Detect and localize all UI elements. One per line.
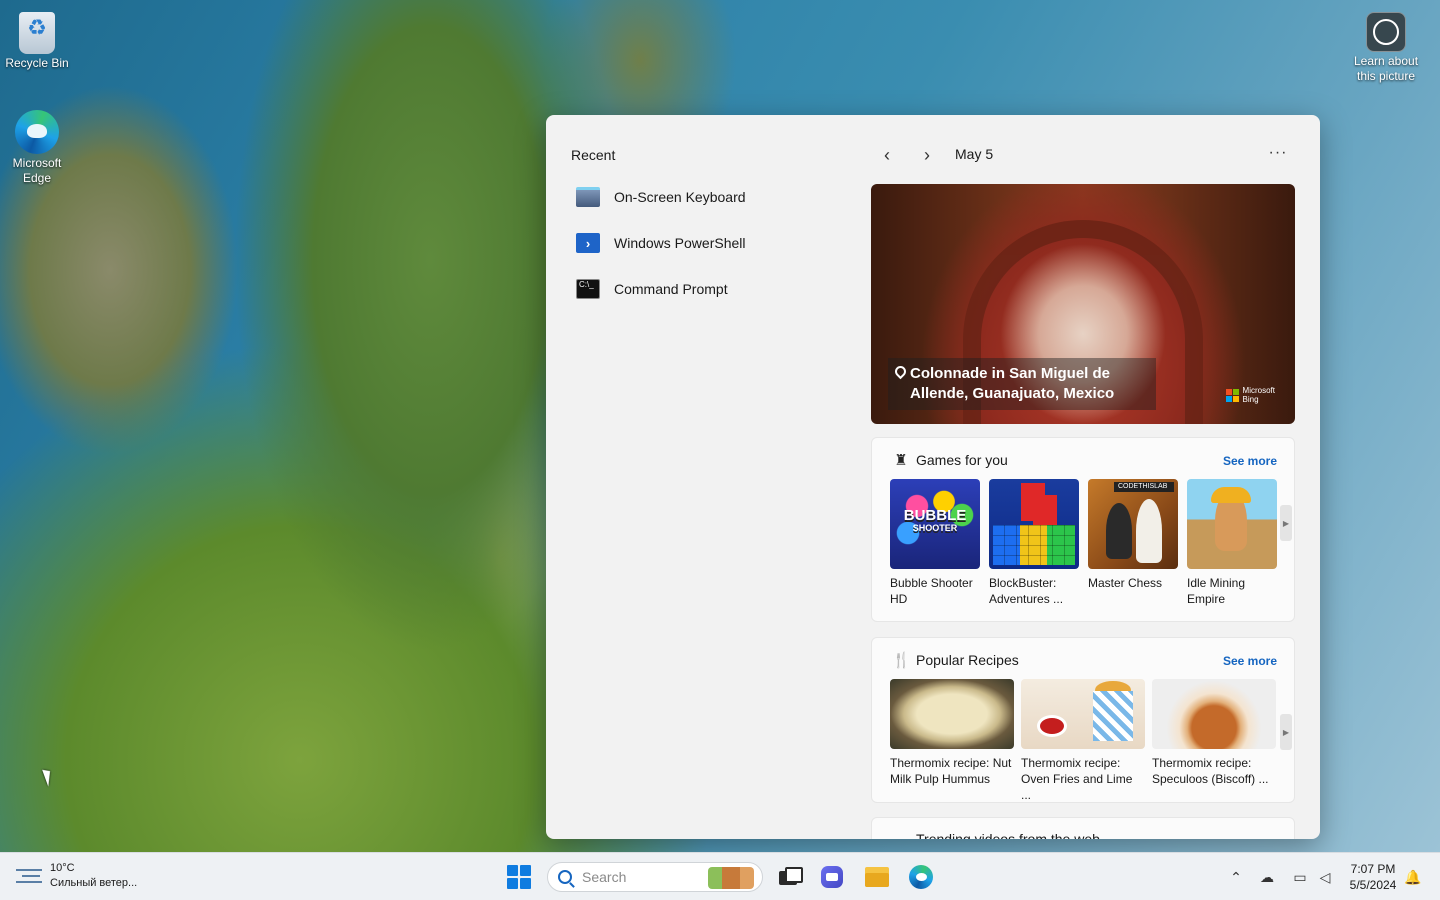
bing-brand-line: Microsoft xyxy=(1242,386,1275,395)
recipe-thumbnail xyxy=(1021,679,1145,749)
desktop-icon-label: Microsoft Edge xyxy=(12,156,62,185)
game-tile-idle-mining[interactable]: Idle Mining Empire xyxy=(1187,479,1277,607)
recipes-scroll-right-button[interactable]: ▶ xyxy=(1280,714,1292,750)
trending-videos-card[interactable]: Trending videos from the web xyxy=(871,817,1295,839)
recipe-tile-hummus[interactable]: Thermomix recipe: Nut Milk Pulp Hummus xyxy=(890,679,1014,787)
weather-temperature: 10°C xyxy=(50,862,75,874)
games-see-more-link[interactable]: See more xyxy=(1223,454,1277,468)
recent-item-label: Windows PowerShell xyxy=(614,235,746,251)
recent-title: Recent xyxy=(571,147,616,163)
recipe-thumbnail xyxy=(1152,679,1276,749)
network-icon[interactable]: ▭ xyxy=(1290,867,1310,887)
location-pin-icon xyxy=(892,363,909,380)
clock-time: 7:07 PM xyxy=(1350,862,1396,876)
next-day-button[interactable]: › xyxy=(915,143,939,167)
game-thumbnail-title: BUBBLE SHOOTER xyxy=(903,507,967,533)
file-explorer-button[interactable] xyxy=(863,863,891,891)
fork-knife-icon: 🍴 xyxy=(892,652,911,669)
taskbar-search[interactable] xyxy=(547,862,763,892)
recipe-tile-oven-fries[interactable]: Thermomix recipe: Oven Fries and Lime ..… xyxy=(1021,679,1145,803)
recent-section: Recent On-Screen Keyboard › Windows Powe… xyxy=(546,115,856,839)
caret-right-icon: ▶ xyxy=(1282,518,1290,528)
game-thumbnail: CODETHISLAB xyxy=(1088,479,1178,569)
chevron-up-icon: ⌃ xyxy=(1230,869,1242,885)
spotlight-hero-card[interactable]: Colonnade in San Miguel de Allende, Guan… xyxy=(871,184,1295,424)
recycle-bin-icon xyxy=(19,12,55,54)
show-hidden-icons-button[interactable]: ⌃ xyxy=(1226,867,1246,887)
start-menu-panel: Recent On-Screen Keyboard › Windows Powe… xyxy=(546,115,1320,839)
recipes-card-title: Popular Recipes xyxy=(916,652,1019,668)
bing-brand-line: Bing xyxy=(1242,395,1259,404)
more-icon: ··· xyxy=(1268,144,1288,161)
volume-icon[interactable]: ◁ xyxy=(1315,867,1335,887)
hero-caption[interactable]: Colonnade in San Miguel de Allende, Guan… xyxy=(888,358,1156,410)
game-tile-label: Bubble Shooter HD xyxy=(890,576,973,606)
recent-item-command-prompt[interactable]: C:\_ Command Prompt xyxy=(576,271,836,307)
recent-item-windows-powershell[interactable]: › Windows PowerShell xyxy=(576,225,836,261)
trending-videos-title: Trending videos from the web xyxy=(916,831,1100,839)
feed-section: ‹ › May 5 ··· Colonnade in San Miguel de… xyxy=(871,115,1320,839)
recipe-thumbnail xyxy=(890,679,1014,749)
microsoft-logo-icon xyxy=(1225,388,1239,402)
game-tile-blockbuster[interactable]: BlockBuster: Adventures ... xyxy=(989,479,1079,607)
search-input[interactable] xyxy=(582,869,702,885)
previous-day-button[interactable]: ‹ xyxy=(875,143,899,167)
windows-logo-icon xyxy=(507,865,518,876)
desktop-icon-label: Recycle Bin xyxy=(5,56,69,70)
search-icon xyxy=(558,870,572,884)
game-thumbnail xyxy=(989,479,1079,569)
weather-widget[interactable]: 10°C Сильный ветер... xyxy=(16,861,137,891)
games-scroll-right-button[interactable]: ▶ xyxy=(1280,505,1292,541)
task-view-button[interactable] xyxy=(775,863,803,891)
games-card-title: Games for you xyxy=(916,452,1008,468)
taskbar: 10°C Сильный ветер... ⌃ ☁ ▭ ◁ 7:07 PM 5/… xyxy=(0,852,1440,900)
game-thumbnail-brand: CODETHISLAB xyxy=(1114,482,1174,492)
desktop-icon-label: Learn about this picture xyxy=(1353,54,1419,83)
bing-logo: Microsoft Bing xyxy=(1225,386,1275,404)
desktop-icon-recycle-bin[interactable]: Recycle Bin xyxy=(1,12,73,71)
game-tile-label: Master Chess xyxy=(1088,576,1163,590)
recipe-tile-label: Thermomix recipe: Speculoos (Biscoff) ..… xyxy=(1152,756,1269,786)
command-prompt-icon: C:\_ xyxy=(576,279,600,299)
edge-icon xyxy=(15,110,59,154)
recipe-tile-label: Thermomix recipe: Oven Fries and Lime ..… xyxy=(1021,756,1133,802)
game-thumbnail: BUBBLE SHOOTER xyxy=(890,479,980,569)
games-card: ♜ Games for you See more BUBBLE SHOOTER … xyxy=(871,437,1295,622)
notification-bell-icon[interactable]: 🔔 xyxy=(1403,867,1423,887)
caret-right-icon: ▶ xyxy=(1282,727,1290,737)
recipe-tile-label: Thermomix recipe: Nut Milk Pulp Hummus xyxy=(890,756,1012,786)
game-tile-bubble-shooter[interactable]: BUBBLE SHOOTER Bubble Shooter HD xyxy=(890,479,980,607)
keyboard-icon xyxy=(576,187,600,207)
chess-rook-icon: ♜ xyxy=(894,452,908,469)
recipes-see-more-link[interactable]: See more xyxy=(1223,654,1277,668)
clock-date: 5/5/2024 xyxy=(1349,878,1397,892)
recipe-tile-speculoos[interactable]: Thermomix recipe: Speculoos (Biscoff) ..… xyxy=(1152,679,1276,787)
feed-date: May 5 xyxy=(955,146,994,162)
desktop-icon-microsoft-edge[interactable]: Microsoft Edge xyxy=(1,110,73,186)
edge-taskbar-button[interactable] xyxy=(907,863,935,891)
game-tile-master-chess[interactable]: CODETHISLAB Master Chess xyxy=(1088,479,1178,591)
weather-description: Сильный ветер... xyxy=(50,877,138,889)
start-button[interactable] xyxy=(507,865,531,889)
recipes-card: 🍴 Popular Recipes See more Thermomix rec… xyxy=(871,637,1295,803)
onedrive-icon[interactable]: ☁ xyxy=(1257,867,1277,887)
camera-info-icon xyxy=(1366,12,1406,52)
desktop-icon-learn-about-picture[interactable]: Learn about this picture xyxy=(1350,12,1422,84)
more-options-button[interactable]: ··· xyxy=(1266,143,1290,167)
game-tile-label: BlockBuster: Adventures ... xyxy=(989,576,1064,606)
hero-caption-text: Colonnade in San Miguel de Allende, Guan… xyxy=(910,365,1115,402)
system-clock[interactable]: 7:07 PM 5/5/2024 xyxy=(1344,861,1402,893)
chevron-right-icon: › xyxy=(924,144,930,165)
search-highlight-image xyxy=(708,867,754,889)
recent-item-label: Command Prompt xyxy=(614,281,728,297)
game-thumbnail xyxy=(1187,479,1277,569)
teams-chat-button[interactable] xyxy=(818,863,846,891)
recent-item-on-screen-keyboard[interactable]: On-Screen Keyboard xyxy=(576,179,836,215)
powershell-icon: › xyxy=(576,233,600,253)
chevron-left-icon: ‹ xyxy=(884,144,890,165)
recent-item-label: On-Screen Keyboard xyxy=(614,189,746,205)
game-tile-label: Idle Mining Empire xyxy=(1187,576,1246,606)
wind-icon xyxy=(16,869,42,883)
